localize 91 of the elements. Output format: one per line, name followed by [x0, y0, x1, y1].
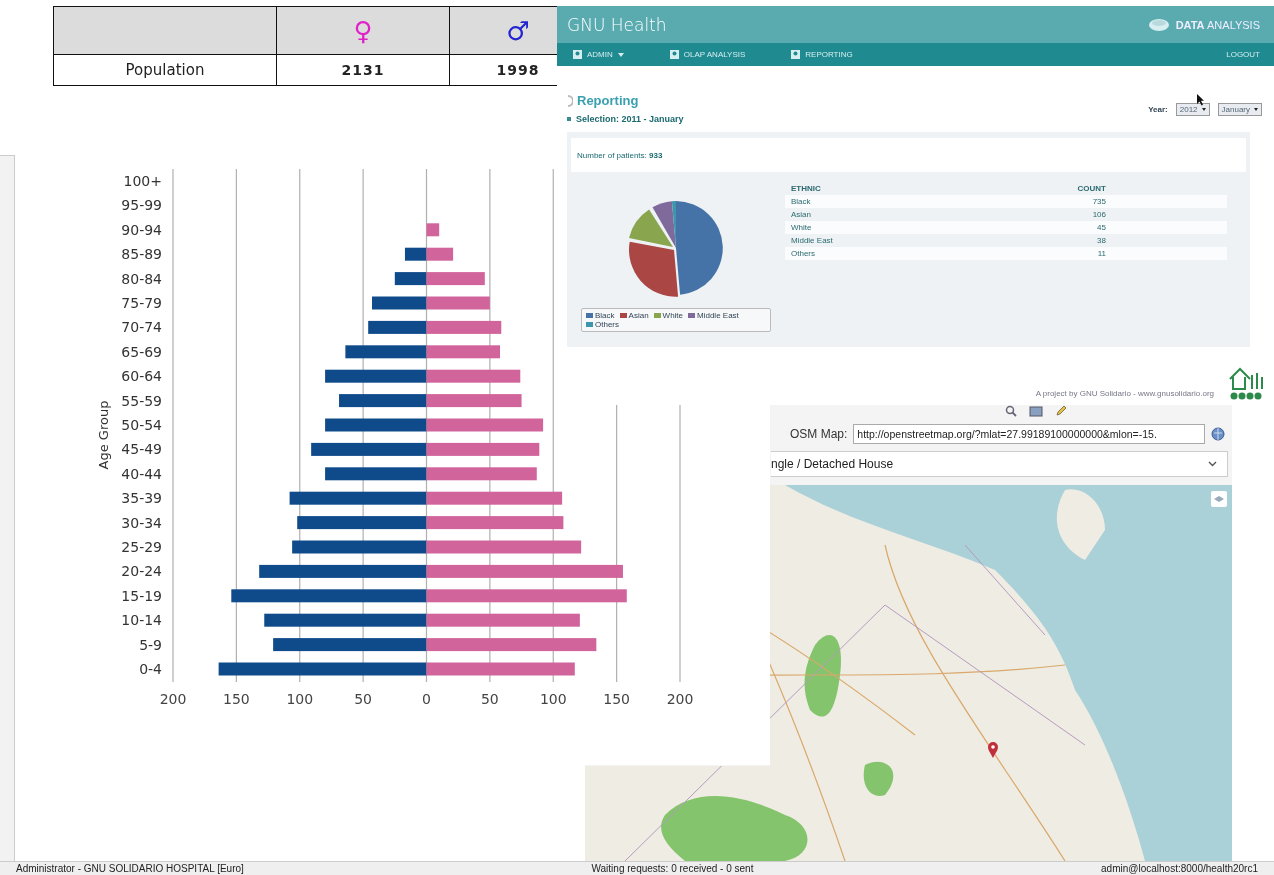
category-label: 5-9: [139, 636, 162, 653]
axis-tick-label: 150: [223, 691, 250, 707]
category-label: 30-34: [121, 514, 162, 531]
table-cell: 1998: [496, 62, 540, 78]
logout-link[interactable]: LOGOUT: [1226, 50, 1260, 59]
pencil-icon[interactable]: [1055, 404, 1067, 417]
category-label: 100+: [123, 173, 162, 189]
row-label: Population: [125, 61, 205, 79]
axis-tick-label: 50: [480, 691, 499, 707]
category-label: 80-84: [121, 270, 162, 287]
dropdown-field[interactable]: ngle / Detached House: [771, 451, 1228, 477]
category-label: 45-49: [121, 441, 162, 458]
legend-label: White: [662, 311, 684, 320]
category-label: 20-24: [121, 563, 162, 580]
axis-tick-label: 0: [422, 691, 431, 707]
table-cell-text: Asian: [791, 210, 812, 219]
bar: [426, 296, 490, 310]
bar: [404, 247, 427, 261]
table-cell-text: 735: [1091, 197, 1106, 206]
category-label: 25-29: [121, 539, 162, 555]
table-cell-text: Others: [791, 249, 816, 258]
column-header: ETHNIC: [791, 184, 822, 193]
axis-tick-label: 50: [354, 691, 373, 707]
nav-icon: [791, 50, 801, 59]
month-select[interactable]: January: [1217, 103, 1262, 116]
column-header: COUNT: [1076, 184, 1106, 193]
category-label: 70-74: [121, 319, 162, 336]
status-text: Waiting requests: 0 received - 0 sent: [591, 863, 754, 874]
status-text: Administrator - GNU SOLIDARIO HOSPITAL [Euro]: [16, 863, 244, 874]
bar: [426, 247, 454, 261]
bar: [368, 320, 427, 334]
legend-label: Middle East: [697, 311, 739, 320]
status-text: admin@localhost:8000/health20rc1: [1101, 863, 1258, 874]
axis-tick-label: 200: [666, 691, 694, 707]
year-select[interactable]: 2012: [1175, 103, 1210, 116]
category-label: 90-94: [121, 221, 162, 238]
bar: [372, 296, 427, 310]
tray-icon[interactable]: [1029, 404, 1043, 417]
cursor-icon: [1197, 94, 1205, 106]
gender-symbol: ♀: [353, 15, 373, 46]
nav-icon: [573, 50, 582, 59]
brand-label: DATA ANALYSIS: [1175, 18, 1260, 31]
category-label: 35-39: [121, 490, 162, 507]
field-label: OSM Map:: [790, 427, 848, 441]
nav-link[interactable]: OLAP ANALYSIS: [669, 50, 746, 59]
table-cell-text: Black: [791, 197, 812, 206]
table-cell-text: 11: [1096, 249, 1106, 258]
category-label: 15-19: [121, 587, 162, 604]
category-label: 40-44: [121, 465, 162, 482]
axis-tick-label: 100: [286, 691, 314, 707]
category-label: 50-54: [121, 417, 162, 433]
url-field[interactable]: http://openstreetmap.org/?mlat=27.99189100000000&mlon=-15.: [853, 424, 1206, 444]
table-cell: 2131: [341, 62, 385, 78]
patient-count: Number of patients: 933: [577, 150, 663, 160]
table-cell-text: 45: [1096, 223, 1106, 232]
layers-icon[interactable]: [1211, 491, 1227, 507]
table-cell-text: 38: [1096, 236, 1106, 245]
category-label: 10-14: [121, 612, 162, 629]
page-heading: Reporting: [577, 93, 639, 108]
year-label: Year:: [1148, 105, 1168, 114]
globe-icon[interactable]: [1211, 427, 1226, 441]
search-icon[interactable]: [1005, 404, 1017, 417]
axis-title: Age Group: [96, 400, 111, 470]
category-label: 55-59: [121, 392, 162, 409]
nav-link[interactable]: ADMIN: [573, 50, 624, 59]
nav-icon: [669, 50, 679, 59]
category-label: 65-69: [121, 343, 162, 360]
gender-symbol: ♂: [506, 15, 530, 46]
category-label: 85-89: [121, 246, 162, 263]
crescent-icon: [567, 94, 573, 107]
legend-label: Others: [595, 320, 619, 329]
axis-tick-label: 100: [539, 691, 567, 707]
legend-label: Asian: [628, 311, 649, 320]
axis-tick-label: 150: [603, 691, 630, 707]
category-label: 0-4: [139, 661, 162, 677]
legend-label: Black: [595, 311, 615, 320]
selection-label: Selection: 2011 - January: [576, 114, 684, 124]
nav-link[interactable]: REPORTING: [791, 50, 853, 59]
axis-tick-label: 200: [159, 691, 187, 707]
table-cell-text: 106: [1091, 210, 1106, 219]
map-pin-icon: [987, 741, 999, 759]
category-label: 95-99: [121, 197, 162, 214]
table-cell-text: Middle East: [791, 236, 834, 245]
category-label: 60-64: [121, 368, 162, 385]
chevron-icon: [1208, 461, 1217, 467]
disk-icon: [1147, 17, 1170, 32]
bullet-icon: [567, 117, 571, 121]
app-title: GNU Health: [567, 14, 667, 35]
footer-text: A project by GNU Solidario - www.gnusolidario.org: [1035, 389, 1214, 398]
table-cell-text: White: [791, 223, 813, 232]
category-label: 75-79: [121, 295, 162, 311]
